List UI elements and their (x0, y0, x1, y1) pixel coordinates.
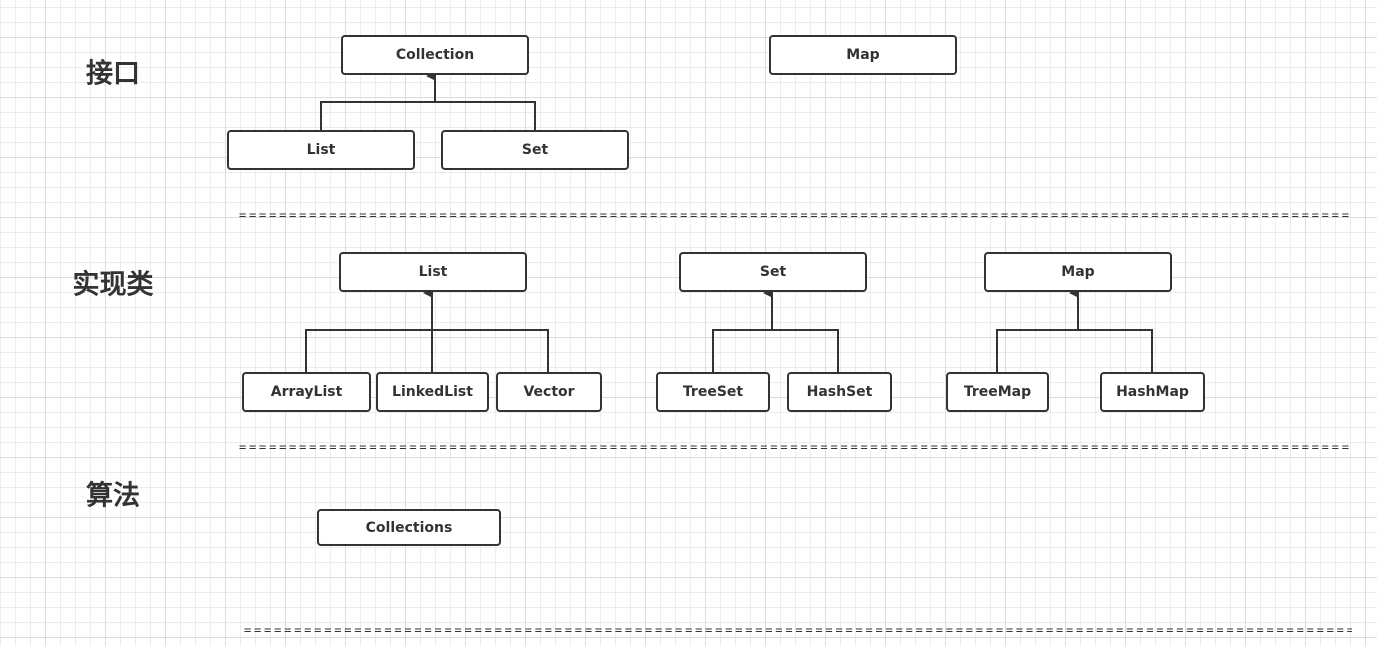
node-collections[interactable]: Collections (317, 509, 501, 546)
node-collection-interface[interactable]: Collection (341, 35, 529, 75)
node-arraylist[interactable]: ArrayList (242, 372, 371, 412)
node-set-interface[interactable]: Set (441, 130, 629, 170)
connector-list-children (305, 329, 549, 372)
node-hashmap[interactable]: HashMap (1100, 372, 1205, 412)
connector-map-children (996, 329, 1153, 372)
separator-1: ========================================… (239, 209, 1349, 221)
separator-2: ========================================… (239, 441, 1349, 453)
connector-set-children (712, 329, 839, 372)
node-list-impl[interactable]: List (339, 252, 527, 292)
node-map-interface[interactable]: Map (769, 35, 957, 75)
node-map-impl[interactable]: Map (984, 252, 1172, 292)
node-treemap[interactable]: TreeMap (946, 372, 1049, 412)
connectors (305, 71, 1153, 372)
node-linkedlist[interactable]: LinkedList (376, 372, 489, 412)
node-treeset[interactable]: TreeSet (656, 372, 770, 412)
node-hashset[interactable]: HashSet (787, 372, 892, 412)
separator-3: ========================================… (244, 624, 1352, 636)
connector-collection-children (320, 101, 536, 130)
node-list-interface[interactable]: List (227, 130, 415, 170)
node-set-impl[interactable]: Set (679, 252, 867, 292)
node-vector[interactable]: Vector (496, 372, 602, 412)
